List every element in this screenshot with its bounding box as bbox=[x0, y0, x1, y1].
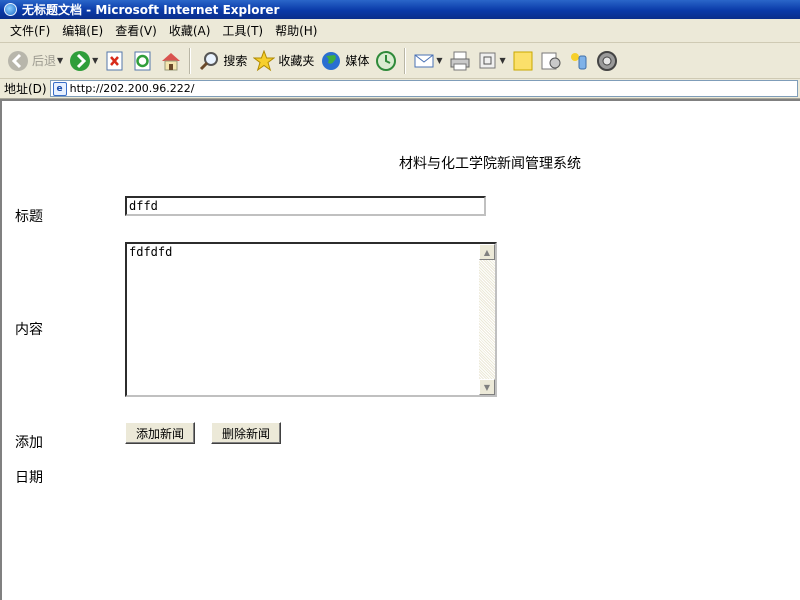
page-icon: e bbox=[52, 81, 67, 96]
back-label: 后退 bbox=[32, 54, 57, 68]
research-gear-icon bbox=[540, 50, 562, 72]
menu-favorites[interactable]: 收藏(A) bbox=[163, 21, 217, 41]
toolbar-separator bbox=[189, 47, 192, 74]
ie-icon bbox=[4, 3, 17, 16]
window-titlebar: 无标题文档 - Microsoft Internet Explorer bbox=[0, 0, 800, 19]
menu-tools[interactable]: 工具(T) bbox=[216, 21, 269, 41]
mail-dropdown-icon[interactable]: ▼ bbox=[436, 56, 442, 65]
toolbar: 后退 ▼ ▼ 搜索 收藏夹 媒体 ▼ ▼ bbox=[0, 43, 800, 79]
edit-page-icon bbox=[477, 50, 499, 72]
scroll-up-icon[interactable]: ▲ bbox=[479, 244, 495, 260]
refresh-button[interactable] bbox=[129, 46, 157, 76]
menu-bar: 文件(F) 编辑(E) 查看(V) 收藏(A) 工具(T) 帮助(H) bbox=[0, 19, 800, 43]
media-button[interactable]: 媒体 bbox=[317, 46, 372, 76]
history-button[interactable] bbox=[372, 46, 400, 76]
menu-edit[interactable]: 编辑(E) bbox=[56, 21, 109, 41]
title-label: 标题 bbox=[15, 209, 43, 225]
history-icon bbox=[375, 50, 397, 72]
favorites-button[interactable]: 收藏夹 bbox=[250, 46, 317, 76]
date-label: 日期 bbox=[15, 470, 43, 486]
edit-dropdown-icon[interactable]: ▼ bbox=[500, 56, 506, 65]
back-dropdown-icon[interactable]: ▼ bbox=[57, 56, 63, 65]
back-button[interactable]: 后退 ▼ bbox=[4, 46, 66, 76]
address-url[interactable]: http://202.200.96.222/ bbox=[70, 82, 195, 95]
toolbar-separator bbox=[404, 47, 407, 74]
refresh-icon bbox=[132, 50, 154, 72]
menu-file[interactable]: 文件(F) bbox=[4, 21, 56, 41]
messenger-button[interactable] bbox=[565, 46, 593, 76]
add-label: 添加 bbox=[15, 435, 43, 451]
home-icon bbox=[160, 50, 182, 72]
forward-arrow-icon bbox=[69, 50, 91, 72]
content-text[interactable]: fdfdfd bbox=[129, 245, 477, 259]
print-button[interactable] bbox=[446, 46, 474, 76]
media-label: 媒体 bbox=[345, 54, 370, 68]
add-news-button[interactable]: 添加新闻 bbox=[125, 422, 196, 444]
content-scrollbar[interactable]: ▲ ▼ bbox=[479, 244, 495, 395]
printer-icon bbox=[449, 50, 471, 72]
address-bar: 地址(D) e http://202.200.96.222/ bbox=[0, 79, 800, 99]
window-title: 无标题文档 - Microsoft Internet Explorer bbox=[22, 3, 280, 17]
favorites-label: 收藏夹 bbox=[278, 54, 315, 68]
research-button[interactable] bbox=[537, 46, 565, 76]
menu-help[interactable]: 帮助(H) bbox=[269, 21, 323, 41]
search-label: 搜索 bbox=[223, 54, 248, 68]
address-input[interactable]: e http://202.200.96.222/ bbox=[49, 80, 798, 97]
forward-button[interactable]: ▼ bbox=[66, 46, 101, 76]
content-textarea[interactable]: fdfdfd ▲ ▼ bbox=[125, 242, 497, 397]
note-icon bbox=[512, 50, 534, 72]
mail-button[interactable]: ▼ bbox=[410, 46, 445, 76]
discuss-button[interactable] bbox=[509, 46, 537, 76]
search-button[interactable]: 搜索 bbox=[195, 46, 250, 76]
settings-button[interactable] bbox=[593, 46, 621, 76]
page-title: 材料与化工学院新闻管理系统 bbox=[399, 156, 581, 172]
scroll-down-icon[interactable]: ▼ bbox=[479, 379, 495, 395]
content-label: 内容 bbox=[15, 322, 43, 338]
stop-button[interactable] bbox=[101, 46, 129, 76]
star-icon bbox=[253, 49, 276, 72]
search-icon bbox=[198, 50, 220, 72]
address-label: 地址(D) bbox=[4, 82, 47, 96]
back-arrow-icon bbox=[7, 50, 29, 72]
menu-view[interactable]: 查看(V) bbox=[109, 21, 163, 41]
forward-dropdown-icon[interactable]: ▼ bbox=[92, 56, 98, 65]
stop-icon bbox=[104, 50, 126, 72]
gear-icon bbox=[596, 50, 618, 72]
home-button[interactable] bbox=[157, 46, 185, 76]
edit-button[interactable]: ▼ bbox=[474, 46, 509, 76]
delete-news-button[interactable]: 删除新闻 bbox=[211, 422, 282, 444]
mail-icon bbox=[413, 50, 435, 72]
messenger-icon bbox=[568, 50, 590, 72]
title-input[interactable]: dffd bbox=[125, 196, 486, 216]
globe-icon bbox=[320, 50, 342, 72]
